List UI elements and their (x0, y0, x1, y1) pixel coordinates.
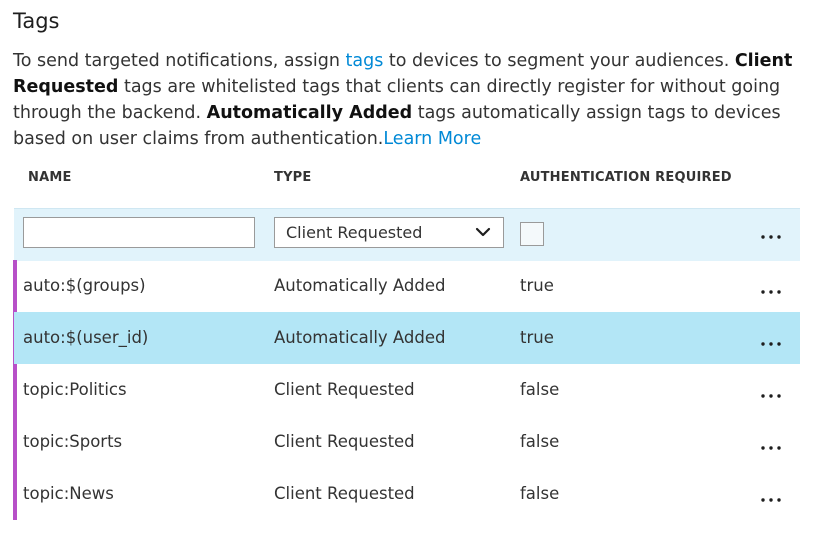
column-header-type[interactable]: TYPE (274, 170, 312, 185)
desc-automatically-added: Automatically Added (206, 103, 413, 123)
page-title: Tags (13, 9, 60, 33)
tag-type-selected-value: Client Requested (286, 223, 423, 242)
tag-name-cell: topic:Politics (23, 380, 127, 399)
tag-type-cell: Client Requested (274, 380, 415, 399)
table-row[interactable]: auto:$(user_id) Automatically Added true (14, 312, 800, 364)
new-tag-row: Client Requested (14, 208, 800, 261)
tag-type-cell: Client Requested (274, 484, 415, 503)
tag-auth-cell: true (520, 276, 554, 295)
table-header: NAME TYPE AUTHENTICATION REQUIRED (0, 166, 814, 190)
tag-auth-cell: false (520, 484, 560, 503)
column-header-auth[interactable]: AUTHENTICATION REQUIRED (520, 170, 732, 185)
table-row[interactable]: topic:Sports Client Requested false (14, 416, 800, 468)
tag-auth-cell: false (520, 380, 560, 399)
tag-name-cell: topic:News (23, 484, 114, 503)
tag-name-cell: auto:$(user_id) (23, 328, 149, 347)
auth-required-checkbox[interactable] (520, 222, 544, 246)
learn-more-link[interactable]: Learn More (383, 129, 481, 149)
column-header-name[interactable]: NAME (28, 170, 72, 185)
more-ellipsis-icon[interactable] (760, 339, 782, 349)
more-ellipsis-icon[interactable] (760, 232, 782, 242)
tag-auth-cell: false (520, 432, 560, 451)
section-description: To send targeted notifications, assign t… (13, 48, 803, 152)
tag-type-cell: Client Requested (274, 432, 415, 451)
more-ellipsis-icon[interactable] (760, 443, 782, 453)
chevron-down-icon (474, 218, 492, 247)
tag-type-select[interactable]: Client Requested (274, 217, 504, 248)
tag-name-cell: topic:Sports (23, 432, 123, 451)
tag-name-cell: auto:$(groups) (23, 276, 146, 295)
table-row[interactable]: topic:Politics Client Requested false (14, 364, 800, 416)
table-row[interactable]: topic:News Client Requested false (14, 468, 800, 520)
more-ellipsis-icon[interactable] (760, 495, 782, 505)
table-row[interactable]: auto:$(groups) Automatically Added true (14, 260, 800, 312)
tag-name-input[interactable] (23, 217, 255, 248)
tag-type-cell: Automatically Added (274, 276, 446, 295)
tags-link[interactable]: tags (346, 51, 384, 71)
desc-intro: To send targeted notifications, assign (13, 51, 346, 71)
desc-mid-1: to devices to segment your audiences. (383, 51, 735, 71)
more-ellipsis-icon[interactable] (760, 391, 782, 401)
tag-auth-cell: true (520, 328, 554, 347)
more-ellipsis-icon[interactable] (760, 287, 782, 297)
tag-type-cell: Automatically Added (274, 328, 446, 347)
